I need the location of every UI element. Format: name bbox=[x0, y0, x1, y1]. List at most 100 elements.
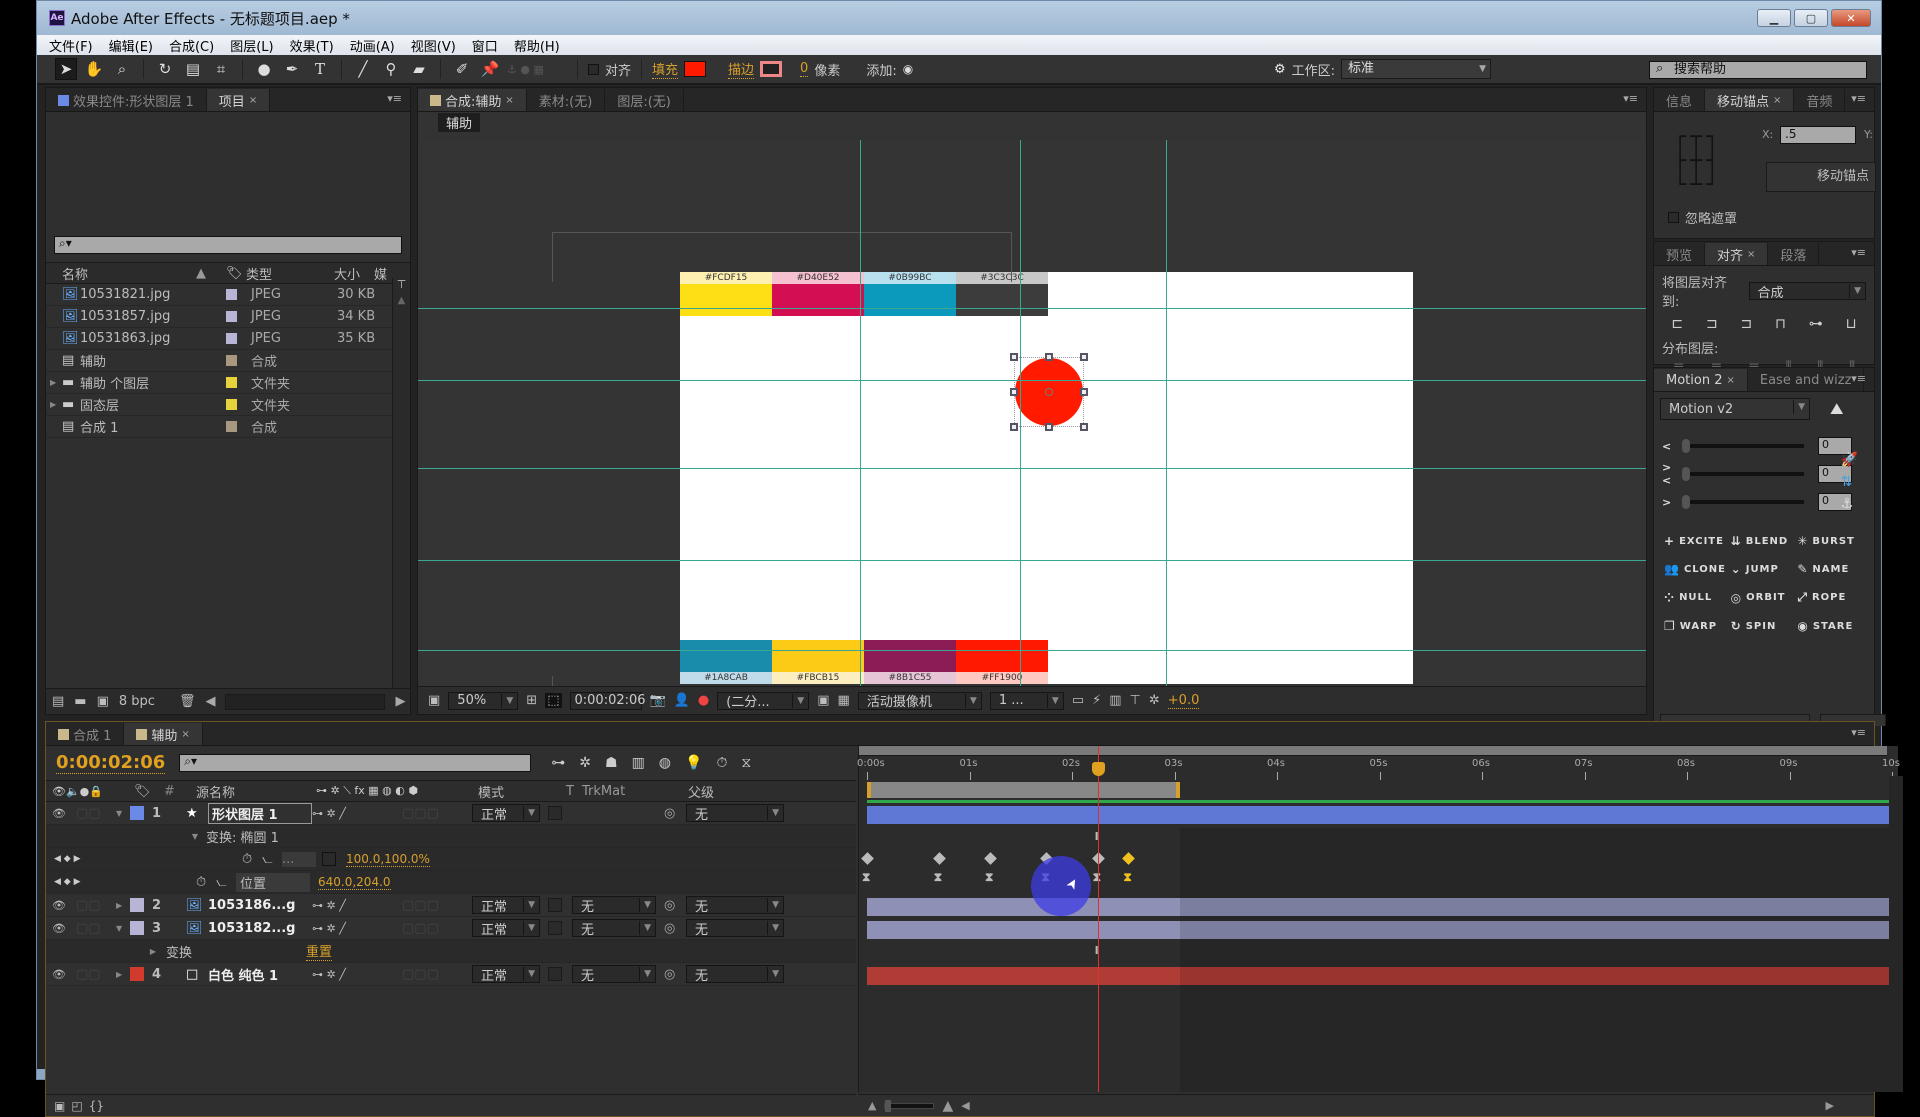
align-right-icon[interactable]: ⊐ bbox=[1741, 316, 1753, 332]
horizontal-guide[interactable] bbox=[418, 380, 1646, 381]
parent-select[interactable]: 无 ▼ bbox=[686, 804, 784, 823]
project-search-input[interactable]: ⌕▾ bbox=[54, 236, 402, 254]
layer-effect-switches[interactable]: ▢▢▢ bbox=[402, 921, 472, 936]
eye-visibility-icon[interactable]: 👁 bbox=[46, 807, 76, 820]
camera-select[interactable]: 活动摄像机 ▼ bbox=[857, 691, 982, 710]
parent-select[interactable]: 无 ▼ bbox=[686, 965, 784, 984]
eraser-tool-icon[interactable]: ▰ bbox=[408, 58, 430, 80]
mountains-icon[interactable]: ⛰ bbox=[1830, 399, 1843, 419]
workspace-options-icon[interactable]: ⚙ bbox=[1274, 62, 1286, 77]
solo-lock-switches[interactable]: ▢▢ bbox=[76, 898, 116, 913]
transform-handle[interactable] bbox=[1080, 353, 1088, 361]
reset-link[interactable]: 重置 bbox=[306, 941, 333, 961]
maximize-button[interactable]: ▢ bbox=[1794, 9, 1828, 27]
anchor-icon[interactable]: ⚓ bbox=[1841, 496, 1858, 512]
panel-menu-icon[interactable]: ▾≡ bbox=[1851, 726, 1866, 739]
motion-preset-select[interactable]: Motion v2 ▼ bbox=[1660, 398, 1810, 420]
zoom-tool-icon[interactable]: ⌕ bbox=[111, 58, 133, 80]
exposure-icon[interactable]: ✲ bbox=[1149, 693, 1160, 708]
graph-icon[interactable]: ⦦ bbox=[216, 875, 236, 890]
scale-keyframe[interactable] bbox=[984, 852, 997, 865]
trkmat-select[interactable]: 无 ▼ bbox=[572, 919, 656, 938]
safe-margins-icon[interactable]: ⊞ bbox=[526, 693, 537, 708]
mode-column[interactable]: 模式 bbox=[478, 782, 566, 801]
stroke-color-swatch[interactable] bbox=[760, 61, 783, 77]
vertical-guide[interactable] bbox=[1166, 140, 1167, 686]
layer-switches[interactable]: ⊶ ✲ ╱ bbox=[312, 922, 402, 935]
parent-pickwhip-icon[interactable]: ◎ bbox=[664, 921, 686, 936]
constrain-checkbox[interactable] bbox=[322, 852, 336, 866]
transform-handle[interactable] bbox=[1045, 353, 1053, 361]
brainstorm-icon[interactable]: 💡 bbox=[685, 755, 702, 771]
motion-stare-button[interactable]: ◉ STARE bbox=[1797, 619, 1864, 633]
t-preserve-checkbox[interactable] bbox=[548, 806, 562, 820]
comp-viewer[interactable]: #FCDF15 #D40E52 #0B99BC #3C3C3C #1A8CAB #FBC… bbox=[418, 140, 1646, 686]
position-keyframe[interactable]: ⧗ bbox=[934, 870, 942, 885]
slider-thumb[interactable] bbox=[1682, 439, 1690, 453]
horizontal-guide[interactable] bbox=[418, 650, 1646, 651]
resolution-select[interactable]: (二分... ▼ bbox=[717, 691, 810, 710]
anchor-x-input[interactable]: .5 bbox=[1780, 126, 1856, 144]
align-to-select[interactable]: 合成 ▼ bbox=[1748, 282, 1866, 301]
motion-slider[interactable] bbox=[1682, 495, 1804, 509]
motion-null-button[interactable]: ⁘ NULL bbox=[1664, 590, 1731, 605]
align-tab-0[interactable]: 预览 bbox=[1654, 243, 1706, 265]
bpc-toggle[interactable]: 8 bpc bbox=[119, 694, 155, 709]
close-tab-icon[interactable]: × bbox=[181, 729, 189, 740]
layer-label-color[interactable] bbox=[130, 921, 144, 935]
layer-name[interactable]: 1053186...g bbox=[208, 898, 312, 913]
position-keyframe[interactable]: ⧗ bbox=[1123, 870, 1131, 885]
layer-row[interactable]: 👁 ▢▢ ▶ 4 □ 白色 纯色 1 ⊶ ✲ ╱ ▢▢▢ 正常 ▼ 无 ▼ ◎ 无 ▼ bbox=[46, 963, 856, 986]
transform-handle[interactable] bbox=[1010, 388, 1018, 396]
t-preserve-checkbox[interactable] bbox=[548, 967, 562, 981]
transparency-grid-icon[interactable]: ▦ bbox=[838, 693, 850, 708]
shy-layers-icon[interactable]: ☗ bbox=[605, 755, 618, 771]
column-name[interactable]: 名称 bbox=[46, 264, 196, 283]
parent-pickwhip-icon[interactable]: ◎ bbox=[664, 967, 686, 982]
position-value[interactable]: 640.0,204.0 bbox=[318, 875, 391, 890]
vertical-guide[interactable] bbox=[860, 140, 861, 686]
expand-modes-icon[interactable]: ◰ bbox=[71, 1099, 82, 1113]
playhead-handle[interactable] bbox=[1091, 762, 1105, 776]
close-tab-icon[interactable]: × bbox=[1726, 375, 1734, 386]
fill-color-swatch[interactable] bbox=[684, 61, 707, 77]
interpret-footage-icon[interactable]: ▤ bbox=[52, 694, 64, 709]
menu-item[interactable]: 图层(L) bbox=[230, 36, 273, 55]
project-item[interactable]: 🖼 10531821.jpg JPEG 30 KB bbox=[46, 284, 410, 306]
info-tab-2[interactable]: 音频 bbox=[1794, 89, 1846, 111]
timeline-vscroll[interactable] bbox=[1889, 776, 1903, 1092]
motion-blur-icon[interactable]: ◍ bbox=[659, 755, 671, 771]
align-vcenter-icon[interactable]: ⊶ bbox=[1809, 316, 1823, 332]
playhead-line[interactable] bbox=[1097, 746, 1099, 1092]
fast-preview-icon[interactable]: ⚡ bbox=[1092, 693, 1101, 708]
timeline-tab-1[interactable]: 辅助 × bbox=[124, 723, 203, 745]
new-folder-icon[interactable]: ▬ bbox=[74, 694, 86, 709]
prev-keyframe-icon[interactable]: ◀ ◆ ▶ bbox=[46, 877, 196, 887]
project-item[interactable]: 🖼 10531863.jpg JPEG 35 KB bbox=[46, 328, 410, 350]
motion-name-button[interactable]: ✎ NAME bbox=[1797, 562, 1864, 576]
solo-lock-switches[interactable]: ▢▢ bbox=[76, 921, 116, 936]
t-preserve-checkbox[interactable] bbox=[548, 898, 562, 912]
panel-menu-icon[interactable]: ▾≡ bbox=[387, 92, 402, 105]
scroll-right-icon[interactable]: ▶ bbox=[395, 694, 405, 709]
magnification-select[interactable]: 50% ▼ bbox=[448, 691, 519, 710]
work-area-bar[interactable] bbox=[867, 782, 1180, 798]
move-anchor-button[interactable]: 移动锚点 bbox=[1766, 162, 1876, 192]
label-color-swatch[interactable] bbox=[226, 289, 237, 300]
expand-layer-switches-icon[interactable]: ▣ bbox=[54, 1099, 65, 1113]
horizontal-guide[interactable] bbox=[418, 560, 1646, 561]
scale-keyframe[interactable] bbox=[861, 852, 874, 865]
layer-label-color[interactable] bbox=[130, 967, 144, 981]
label-color-swatch[interactable] bbox=[226, 421, 237, 432]
expand-in-out-icon[interactable]: {} bbox=[89, 1099, 104, 1113]
layer-duration-bar[interactable] bbox=[867, 806, 1892, 824]
align-tab-1[interactable]: 对齐 × bbox=[1705, 243, 1769, 265]
blend-mode-select[interactable]: 正常 ▼ bbox=[472, 919, 540, 938]
layer-switches[interactable]: ⊶ ✲ ╱ bbox=[312, 899, 402, 912]
scale-field[interactable]: ... bbox=[282, 851, 316, 867]
expand-group-icon[interactable]: ▼ bbox=[46, 832, 206, 841]
auto-keyframe-icon[interactable]: ⏱ bbox=[716, 755, 727, 771]
panel-menu-icon[interactable]: ▾≡ bbox=[1851, 92, 1866, 105]
layer-effect-switches[interactable]: ▢▢▢ bbox=[402, 898, 472, 913]
motion-burst-button[interactable]: ✳ BURST bbox=[1797, 534, 1864, 548]
